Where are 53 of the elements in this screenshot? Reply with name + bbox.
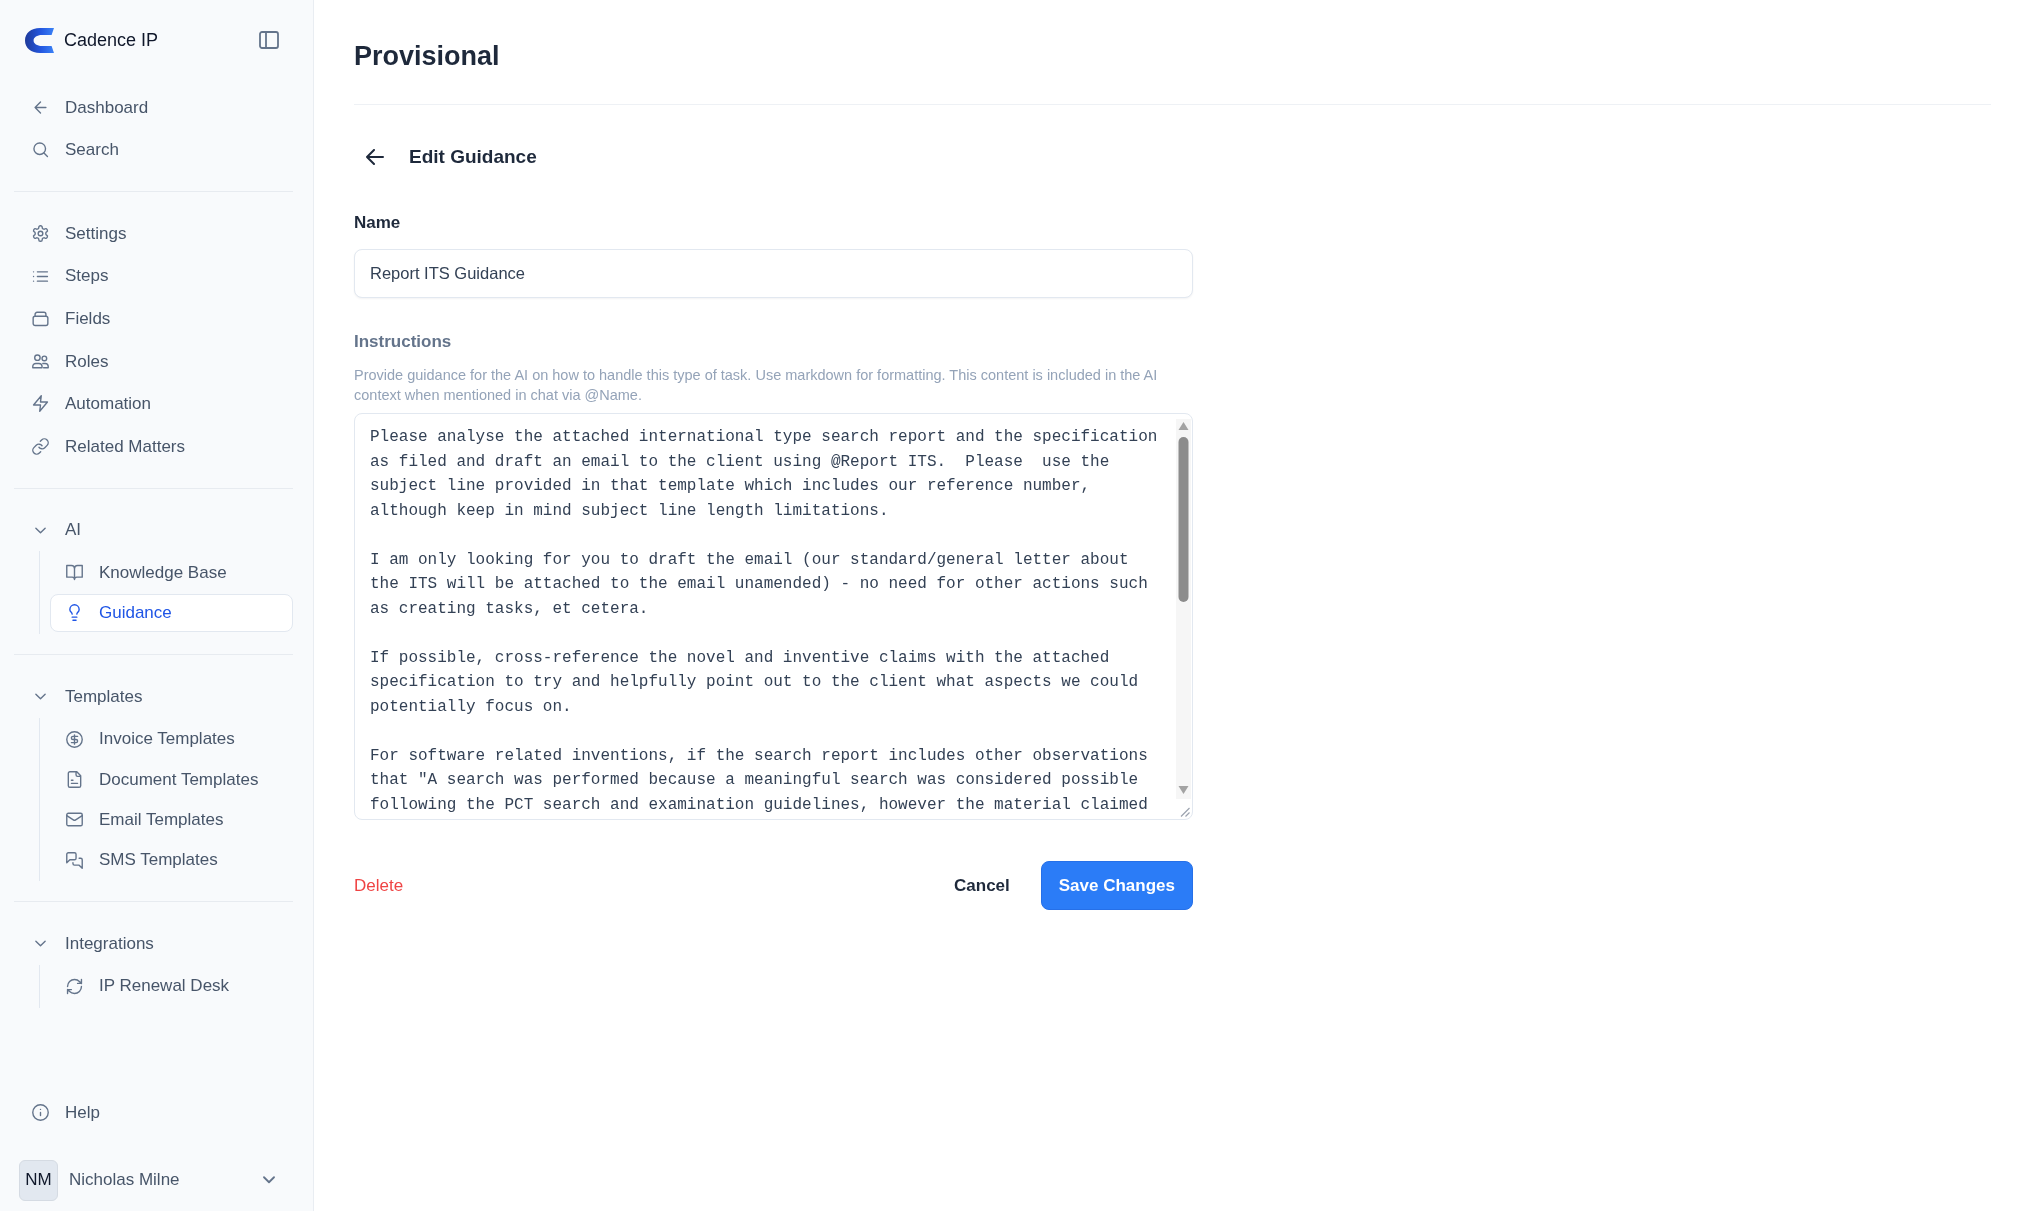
dollar-coin-icon	[66, 730, 83, 748]
chat-bubbles-icon	[66, 851, 83, 869]
arrow-left-icon	[32, 98, 49, 116]
sidebar-link[interactable]: Steps	[14, 254, 293, 298]
info-icon	[32, 1104, 49, 1122]
field-label: Name	[354, 212, 402, 234]
box-icon	[32, 310, 49, 328]
cancel-button[interactable]: Cancel	[940, 861, 1024, 910]
sidebar-link[interactable]: Knowledge Base	[50, 553, 293, 592]
lightning-icon	[32, 395, 49, 413]
section-toggle[interactable]: Templates	[14, 675, 293, 718]
chevron-down-icon	[263, 1176, 275, 1184]
sidebar-link[interactable]: Roles	[14, 339, 293, 383]
scrollbar[interactable]	[1176, 419, 1191, 799]
sidebar-link[interactable]: Email Templates	[50, 800, 293, 839]
sidebar-link[interactable]: Guidance	[50, 593, 293, 632]
resize-grip-icon[interactable]	[1180, 807, 1190, 817]
refresh-icon	[66, 977, 83, 995]
back-arrow-icon[interactable]	[366, 149, 384, 165]
lightbulb-icon	[66, 604, 83, 622]
logo-icon	[25, 27, 54, 53]
sidebar-link[interactable]: Document Templates	[50, 760, 293, 799]
save-button[interactable]: Save Changes	[1040, 861, 1193, 910]
user-menu[interactable]: NM Nicholas Milne	[14, 1154, 293, 1206]
instructions-textarea[interactable]: Please analyse the attached international type search report and the specification as filed and draft an email to the client using @Report ITS. Please use the subject line provided in that template which includes our reference number, although keep in mind subject line length limitations. I am only looking for you to draft the email (our standard/general letter about the ITS will be attached to the email unamended) - no need for other actions such as creating tasks, et cetera. If possible, cross-reference the novel and inventive claims with the attached specification to try and helpfully point out to the client what aspects we could potentially focus on. For software related inventions, if the search report includes other observations that "A search was performed because a meaningful search was considered possible following the PCT search and examination guidelines, however the material claimed	[354, 413, 1193, 820]
link-icon	[32, 437, 49, 455]
delete-button[interactable]: Delete	[354, 872, 404, 899]
document-icon	[66, 770, 83, 788]
section-toggle[interactable]: AI	[14, 508, 293, 552]
help-text: Provide guidance for the AI on how to handle this type of task. Use markdown for formatting. This content is included in the AI context when mentioned in chat via @Name.	[354, 366, 1159, 405]
sidebar-link[interactable]: Search	[14, 128, 293, 172]
form-heading: Edit Guidance	[409, 145, 537, 169]
search-icon	[32, 141, 49, 159]
sidebar-link[interactable]: Settings	[14, 212, 293, 255]
brand-name: Cadence IP	[64, 28, 159, 52]
sidebar-link[interactable]: Invoice Templates	[50, 720, 293, 759]
sidebar-link[interactable]: IP Renewal Desk	[50, 967, 293, 1006]
user-avatar: NM	[19, 1159, 58, 1201]
section-toggle[interactable]: Integrations	[14, 922, 293, 965]
name-input[interactable]: Report ITS Guidance	[354, 249, 1193, 298]
sidebar-link[interactable]: Related Matters	[14, 425, 293, 468]
sidebar-link[interactable]: Automation	[14, 382, 293, 426]
sidebar-link[interactable]: Fields	[14, 297, 293, 340]
field-label: Instructions	[354, 331, 453, 353]
page-title: Provisional	[354, 40, 501, 72]
sidebar-link[interactable]: SMS Templates	[50, 841, 293, 879]
envelope-icon	[66, 811, 83, 829]
help-link[interactable]: Help	[14, 1091, 293, 1134]
book-icon	[66, 564, 83, 582]
sidebar-link[interactable]: Dashboard	[14, 86, 293, 129]
people-icon	[32, 352, 49, 370]
settings-icon	[32, 225, 49, 242]
sidebar-toggle-icon[interactable]	[259, 31, 279, 49]
